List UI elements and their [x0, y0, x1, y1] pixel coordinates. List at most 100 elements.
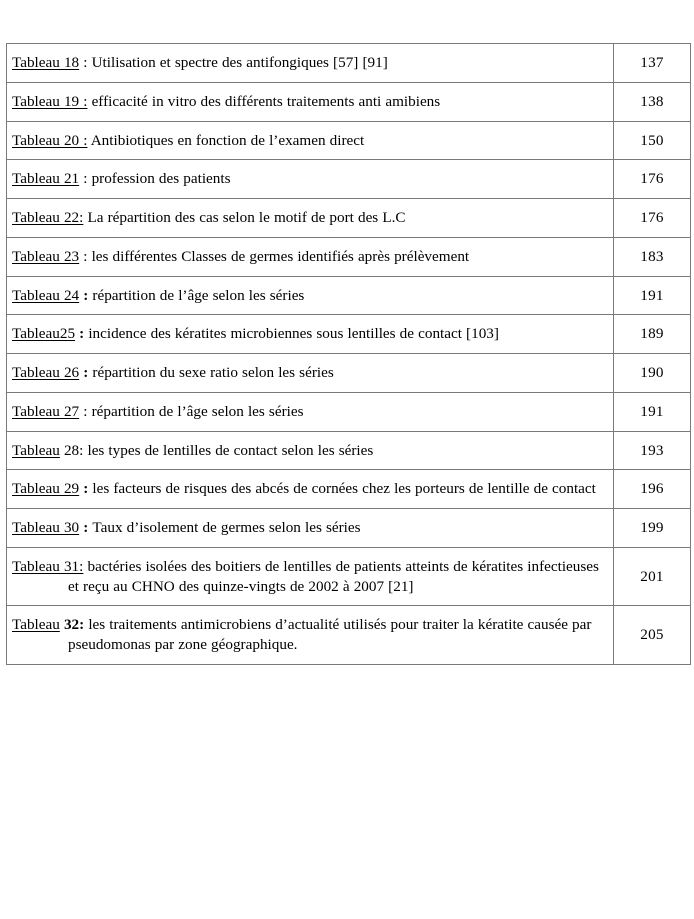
table-row: Tableau 26 : répartition du sexe ratio s… [6, 353, 691, 393]
table-page-number: 193 [613, 430, 691, 471]
table-page-number: 176 [613, 159, 691, 199]
table-caption-label: Tableau 27 [12, 402, 80, 420]
table-caption-label: Tableau 19 : [12, 92, 88, 110]
table-caption-separator: 32: [59, 616, 89, 634]
table-caption-separator: : [79, 54, 92, 71]
table-caption-separator: : [79, 480, 93, 498]
table-caption-label: Tableau 30 [12, 519, 80, 536]
table-page-number: 138 [613, 81, 691, 122]
table-caption-text: Tableau 21 : profession des patients [12, 169, 607, 189]
table-row: Tableau 18 : Utilisation et spectre des … [6, 43, 691, 83]
table-caption-separator: : [79, 519, 93, 536]
table-caption-text: Tableau 23 : les différentes Classes de … [12, 247, 607, 267]
table-caption-title: Utilisation et spectre des antifongiques… [91, 54, 388, 71]
table-caption-cell: Tableau 31: bactéries isolées des boitie… [6, 546, 614, 607]
table-caption-text: Tableau 32: les traitements antimicrobie… [12, 615, 607, 655]
table-caption-text: Tableau 30 : Taux d’isolement de germes … [12, 518, 607, 538]
table-page-number: 199 [613, 508, 691, 548]
table-caption-title: Taux d’isolement de germes selon les sér… [92, 519, 361, 536]
table-page-number: 191 [613, 391, 691, 432]
table-caption-title: La répartition des cas selon le motif de… [87, 209, 406, 226]
table-caption-text: Tableau 29 : les facteurs de risques des… [12, 479, 607, 499]
table-caption-separator: : [79, 402, 92, 420]
table-caption-separator: : [79, 247, 92, 265]
table-caption-title: les facteurs de risques des abcés de cor… [92, 480, 596, 498]
table-caption-cell: Tableau 23 : les différentes Classes de … [6, 236, 614, 277]
table-caption-cell: Tableau 24 : répartition de l’âge selon … [6, 275, 614, 316]
table-caption-label: Tableau 20 : [12, 131, 88, 149]
table-caption-cell: Tableau 26 : répartition du sexe ratio s… [6, 353, 614, 393]
table-caption-text: Tableau 27 : répartition de l’âge selon … [12, 402, 607, 422]
table-caption-text: Tableau 18 : Utilisation et spectre des … [12, 53, 607, 73]
table-caption-title: bactéries isolées des boitiers de lentil… [68, 557, 599, 595]
table-caption-text: Tableau 28: les types de lentilles de co… [12, 441, 607, 461]
table-caption-label: Tableau 21 [12, 170, 80, 188]
table-caption-label: Tableau 29 [12, 480, 80, 498]
table-row: Tableau 28: les types de lentilles de co… [6, 430, 691, 471]
table-caption-cell: Tableau 28: les types de lentilles de co… [6, 430, 614, 471]
table-page-number: 196 [613, 469, 691, 509]
table-caption-separator: : [75, 325, 89, 343]
table-row: Tableau 20 : Antibiotiques en fonction d… [6, 120, 691, 161]
table-caption-title: répartition de l’âge selon les séries [91, 402, 304, 420]
table-caption-title: profession des patients [91, 170, 231, 188]
table-row: Tableau 30 : Taux d’isolement de germes … [6, 508, 691, 548]
table-caption-label: Tableau 24 [12, 286, 80, 304]
table-caption-title: répartition de l’âge selon les séries [92, 286, 305, 304]
table-caption-cell: Tableau 19 : efficacité in vitro des dif… [6, 81, 614, 122]
table-caption-label: Tableau 31: [12, 557, 84, 575]
table-caption-separator: 28: [59, 441, 88, 459]
table-caption-title: les types de lentilles de contact selon … [87, 441, 374, 459]
table-caption-title: les traitements antimicrobiens d’actuali… [68, 616, 592, 653]
table-caption-text: Tableau 31: bactéries isolées des boitie… [12, 557, 607, 597]
table-caption-cell: Tableau25 : incidence des kératites micr… [6, 314, 614, 354]
table-caption-cell: Tableau 30 : Taux d’isolement de germes … [6, 508, 614, 548]
table-page-number: 176 [613, 198, 691, 238]
table-row: Tableau 31: bactéries isolées des boitie… [6, 546, 691, 607]
table-caption-title: efficacité in vitro des différents trait… [91, 92, 441, 110]
table-caption-label: Tableau 23 [12, 247, 80, 265]
table-page-number: 189 [613, 314, 691, 354]
table-caption-label: Tableau 22: [12, 209, 84, 226]
list-of-tables-body: Tableau 18 : Utilisation et spectre des … [6, 43, 691, 665]
table-page-number: 150 [613, 120, 691, 161]
table-page-number: 201 [613, 546, 691, 607]
table-caption-cell: Tableau 18 : Utilisation et spectre des … [6, 43, 614, 83]
table-caption-text: Tableau 24 : répartition de l’âge selon … [12, 286, 607, 306]
table-caption-text: Tableau 22: La répartition des cas selon… [12, 208, 607, 228]
table-caption-label: Tableau [12, 441, 60, 459]
table-caption-text: Tableau25 : incidence des kératites micr… [12, 324, 607, 344]
table-page-number: 205 [613, 605, 691, 665]
table-caption-cell: Tableau 21 : profession des patients [6, 159, 614, 199]
table-caption-cell: Tableau 27 : répartition de l’âge selon … [6, 391, 614, 432]
table-row: Tableau 24 : répartition de l’âge selon … [6, 275, 691, 316]
table-row: Tableau 23 : les différentes Classes de … [6, 236, 691, 277]
table-row: Tableau25 : incidence des kératites micr… [6, 314, 691, 354]
table-caption-separator: : [79, 364, 93, 381]
table-caption-label: Tableau25 [12, 325, 76, 343]
table-row: Tableau 29 : les facteurs de risques des… [6, 469, 691, 509]
table-caption-cell: Tableau 20 : Antibiotiques en fonction d… [6, 120, 614, 161]
table-caption-title: répartition du sexe ratio selon les séri… [92, 364, 334, 381]
table-caption-cell: Tableau 22: La répartition des cas selon… [6, 198, 614, 238]
table-caption-title: incidence des kératites microbiennes sou… [88, 325, 499, 343]
table-row: Tableau 22: La répartition des cas selon… [6, 198, 691, 238]
list-of-tables: Tableau 18 : Utilisation et spectre des … [6, 43, 691, 665]
table-caption-separator: : [79, 170, 92, 188]
table-caption-label: Tableau [12, 616, 60, 634]
table-row: Tableau 32: les traitements antimicrobie… [6, 605, 691, 665]
document-page: Tableau 18 : Utilisation et spectre des … [0, 0, 694, 919]
table-page-number: 191 [613, 275, 691, 316]
table-caption-text: Tableau 19 : efficacité in vitro des dif… [12, 92, 607, 112]
table-page-number: 183 [613, 236, 691, 277]
table-caption-cell: Tableau 29 : les facteurs de risques des… [6, 469, 614, 509]
table-row: Tableau 19 : efficacité in vitro des dif… [6, 81, 691, 122]
table-caption-label: Tableau 26 [12, 364, 80, 381]
table-row: Tableau 27 : répartition de l’âge selon … [6, 391, 691, 432]
table-page-number: 137 [613, 43, 691, 83]
table-caption-label: Tableau 18 [12, 54, 80, 71]
table-caption-title: les différentes Classes de germes identi… [91, 247, 470, 265]
table-caption-cell: Tableau 32: les traitements antimicrobie… [6, 605, 614, 665]
table-caption-text: Tableau 20 : Antibiotiques en fonction d… [12, 131, 607, 151]
table-caption-text: Tableau 26 : répartition du sexe ratio s… [12, 363, 607, 383]
